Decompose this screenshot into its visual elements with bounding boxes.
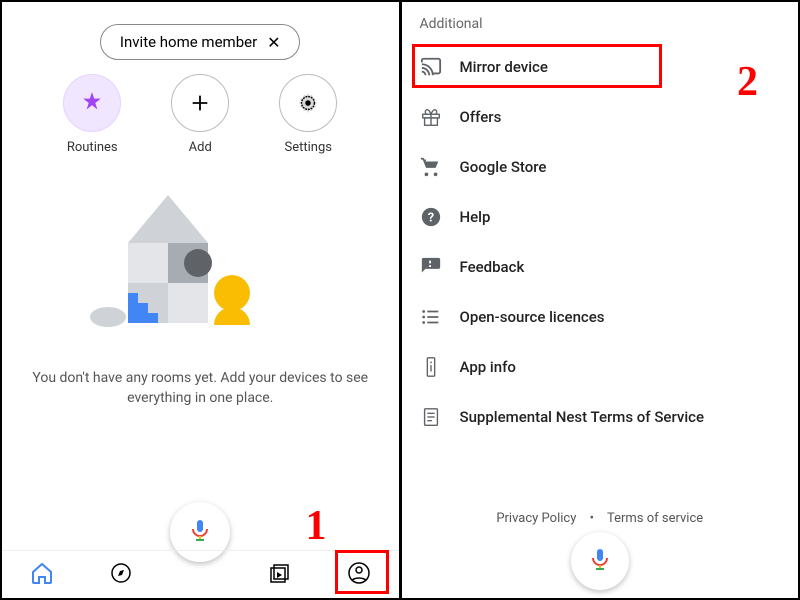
separator-dot: • xyxy=(590,511,594,526)
invite-label: Invite home member xyxy=(120,33,257,51)
mic-icon xyxy=(588,547,612,575)
annotation-box-2 xyxy=(412,44,662,88)
nav-discover[interactable] xyxy=(107,561,135,589)
voice-assistant-button[interactable] xyxy=(571,532,629,590)
terms-of-service-link[interactable]: Terms of service xyxy=(607,511,703,526)
feedback-icon xyxy=(420,256,442,278)
document-icon xyxy=(420,406,442,428)
menu-help[interactable]: ? Help xyxy=(402,192,799,242)
nav-media[interactable] xyxy=(266,561,294,589)
settings-action[interactable]: Settings xyxy=(268,74,348,155)
close-icon[interactable]: ✕ xyxy=(267,33,280,52)
svg-text:?: ? xyxy=(427,211,433,226)
account-menu-screen: Additional Mirror device Offers Google S… xyxy=(402,2,799,598)
plus-icon xyxy=(171,74,229,132)
menu-label: App info xyxy=(460,358,516,376)
nav-home[interactable] xyxy=(28,561,56,589)
menu-label: Help xyxy=(460,208,491,226)
section-title: Additional xyxy=(402,2,799,42)
cart-icon xyxy=(420,156,442,178)
annotation-number-2: 2 xyxy=(737,58,758,106)
routines-icon xyxy=(63,74,121,132)
menu-label: Offers xyxy=(460,108,502,126)
info-icon xyxy=(420,356,442,378)
add-label: Add xyxy=(189,140,212,155)
menu-licences[interactable]: Open-source licences xyxy=(402,292,799,342)
menu-label: Google Store xyxy=(460,158,547,176)
add-action[interactable]: Add xyxy=(160,74,240,155)
menu-app-info[interactable]: App info xyxy=(402,342,799,392)
empty-state-text: You don't have any rooms yet. Add your d… xyxy=(24,369,377,408)
media-icon xyxy=(268,561,292,589)
empty-home-illustration xyxy=(90,185,310,345)
gift-icon xyxy=(420,106,442,128)
mic-icon xyxy=(188,518,212,546)
routines-action[interactable]: Routines xyxy=(52,74,132,155)
help-icon: ? xyxy=(420,206,442,228)
menu-label: Supplemental Nest Terms of Service xyxy=(460,408,705,426)
privacy-policy-link[interactable]: Privacy Policy xyxy=(496,511,576,526)
gear-icon xyxy=(279,74,337,132)
footer-links: Privacy Policy • Terms of service xyxy=(402,511,799,526)
home-icon xyxy=(30,561,54,589)
compass-icon xyxy=(109,561,133,589)
annotation-box-1 xyxy=(335,550,389,594)
annotation-number-1: 1 xyxy=(306,502,327,550)
menu-feedback[interactable]: Feedback xyxy=(402,242,799,292)
routines-label: Routines xyxy=(67,140,118,155)
settings-label: Settings xyxy=(285,140,332,155)
menu-nest-terms[interactable]: Supplemental Nest Terms of Service xyxy=(402,392,799,442)
menu-label: Open-source licences xyxy=(460,308,605,326)
menu-google-store[interactable]: Google Store xyxy=(402,142,799,192)
quick-actions-row: Routines Add Settings xyxy=(2,74,399,155)
home-screen: Invite home member ✕ Routines Add Set xyxy=(2,2,399,598)
invite-home-member-chip[interactable]: Invite home member ✕ xyxy=(100,24,300,60)
list-icon xyxy=(420,306,442,328)
menu-label: Feedback xyxy=(460,258,525,276)
